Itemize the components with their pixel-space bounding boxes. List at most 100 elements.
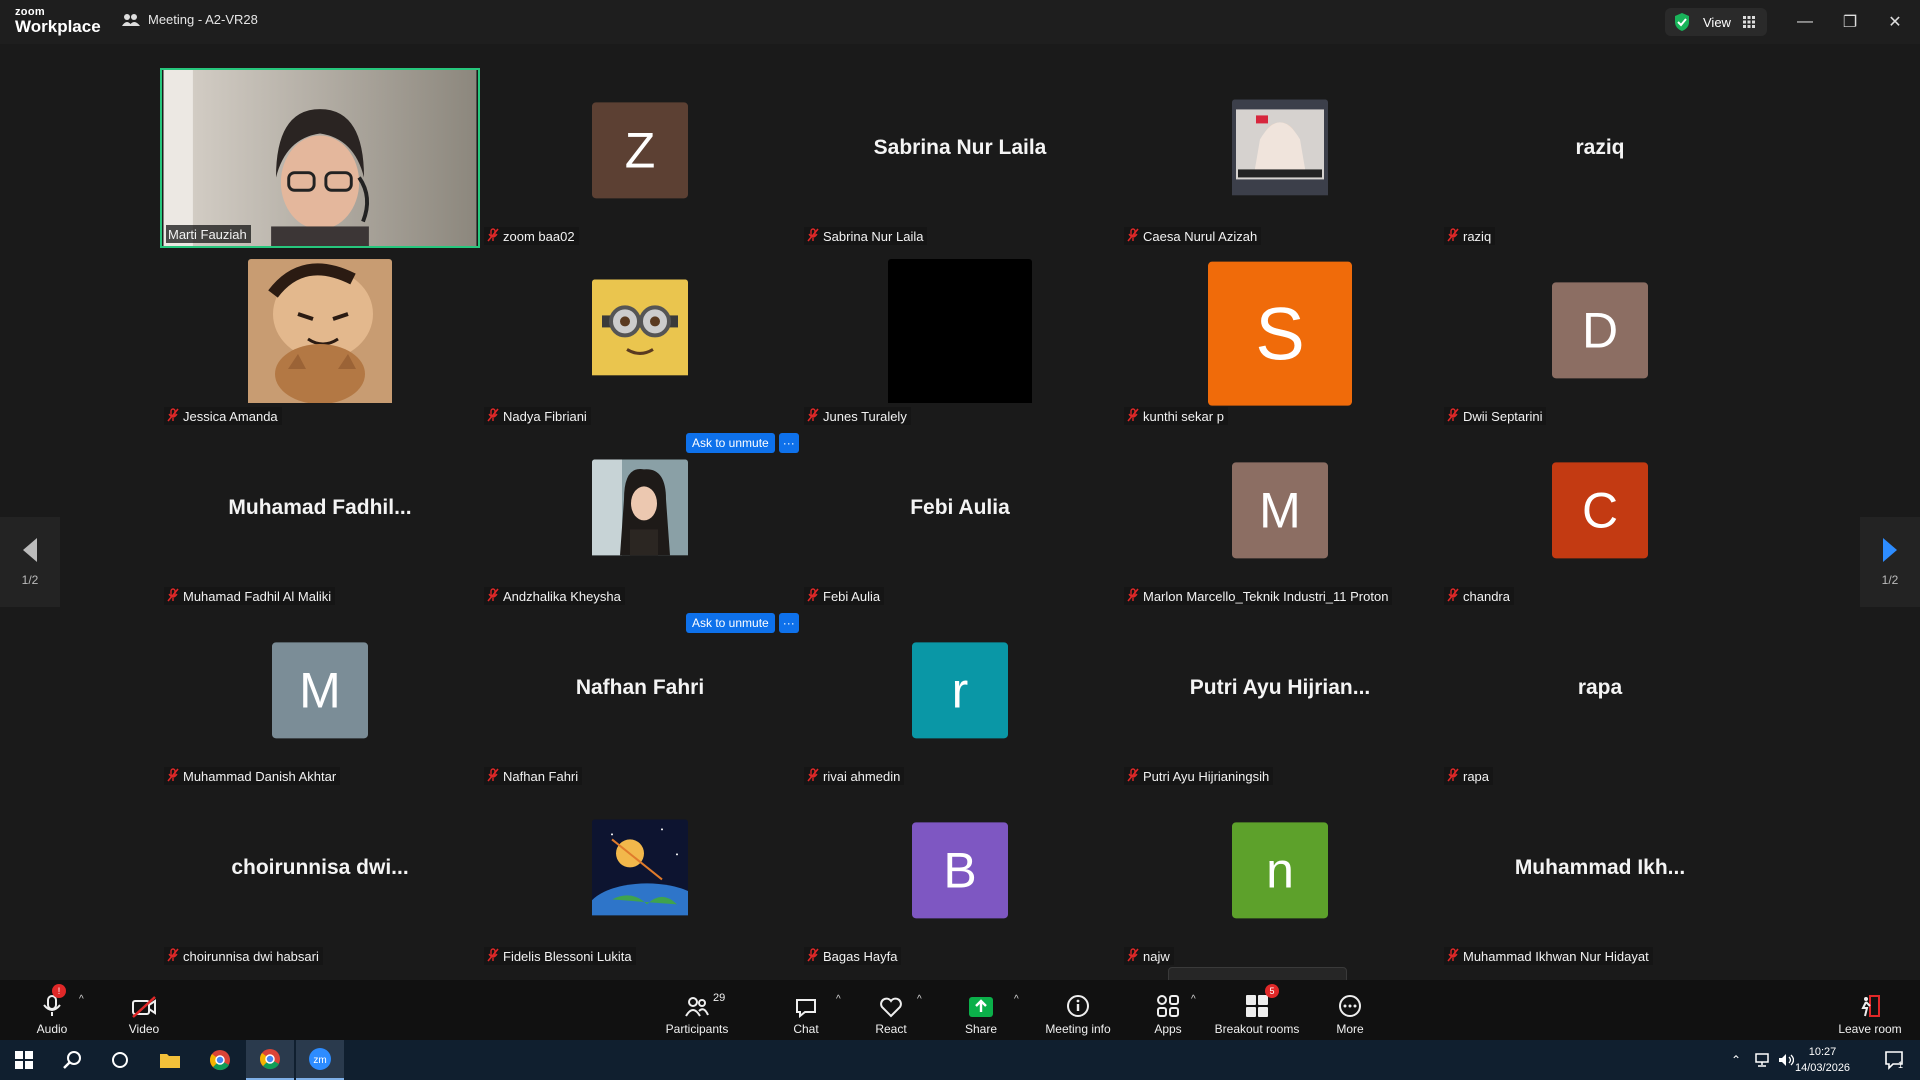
participant-tile[interactable]: B Bagas Hayfa <box>800 788 1120 968</box>
participant-tile[interactable]: Cchandra <box>1440 428 1760 608</box>
participant-nameplate: Muhammad Danish Akhtar <box>164 767 341 785</box>
apps-icon <box>1157 995 1179 1017</box>
breakout-rooms-button[interactable]: Breakout rooms 5 <box>1214 984 1300 1036</box>
participant-tile[interactable]: Jessica Amanda <box>160 248 480 428</box>
notifications-icon[interactable]: 1 <box>1870 1040 1918 1080</box>
chat-button[interactable]: Chat <box>786 986 826 1036</box>
file-explorer-icon[interactable] <box>146 1040 194 1080</box>
network-icon[interactable] <box>1750 1040 1774 1080</box>
participant-nameplate: kunthi sekar p <box>1124 407 1228 425</box>
meeting-title-text: Meeting - A2-VR28 <box>148 12 258 27</box>
participant-nameplate: Nafhan Fahri <box>484 767 583 785</box>
participant-tile[interactable]: Sabrina Nur Laila Sabrina Nur Laila <box>800 68 1120 248</box>
view-button[interactable]: View <box>1665 8 1767 36</box>
windows-taskbar: zm ⌃ 10:27 14/03/2026 1 <box>0 1040 1920 1080</box>
active-speaker-tile[interactable]: Marti Fauziah <box>160 68 480 248</box>
participant-tile[interactable]: Muhamad Fadhil... Muhamad Fadhil Al Malik… <box>160 428 480 608</box>
audio-alert-badge: ! <box>52 984 66 998</box>
participant-tile[interactable]: Zzoom baa02 <box>480 68 800 248</box>
prev-page-button[interactable]: 1/2 <box>0 517 60 607</box>
participant-tile[interactable]: n najw <box>1120 788 1440 968</box>
tile-more-button[interactable]: ··· <box>778 433 799 453</box>
participant-tile[interactable]: Muhammad Ikh... Muhammad Ikhwan Nur Hiday… <box>1440 788 1760 968</box>
close-icon[interactable]: ✕ <box>1883 10 1907 34</box>
participant-tile[interactable]: Skunthi sekar p <box>1120 248 1440 428</box>
leave-room-label: Leave room <box>1838 1022 1902 1036</box>
participant-display-name: Febi Aulia <box>910 496 1010 519</box>
participant-name: Muhamad Fadhil Al Maliki <box>183 588 332 604</box>
more-button[interactable]: More <box>1330 986 1370 1036</box>
tile-more-button[interactable]: ··· <box>778 613 799 633</box>
participant-tile[interactable]: Nadya Fibriani <box>480 248 800 428</box>
participant-tile[interactable]: Andzhalika Kheysha <box>480 428 800 608</box>
ask-to-unmute-button[interactable]: Ask to unmute <box>686 613 775 633</box>
participants-icon <box>685 997 709 1017</box>
participant-name: Marti Fauziah <box>168 226 247 242</box>
apps-button[interactable]: Apps <box>1150 986 1186 1036</box>
meeting-info-label: Meeting info <box>1045 1022 1111 1036</box>
audio-button[interactable]: Audio ! <box>30 984 74 1036</box>
more-label: More <box>1336 1022 1364 1036</box>
tray-chevron-icon[interactable]: ⌃ <box>1724 1040 1748 1080</box>
participant-tile[interactable]: Caesa Nurul Azizah <box>1120 68 1440 248</box>
avatar: M <box>272 642 368 739</box>
next-page-button[interactable]: 1/2 <box>1860 517 1920 607</box>
participant-tile[interactable]: M Muhammad Danish Akhtar <box>160 608 480 788</box>
participant-video <box>592 279 688 380</box>
participant-tile[interactable]: Putri Ayu Hijrian... Putri Ayu Hijrianing… <box>1120 608 1440 788</box>
apps-options-caret[interactable]: ^ <box>1191 994 1196 1005</box>
title-bar: zoom Workplace Meeting - A2-VR28 View — … <box>0 0 1920 44</box>
system-clock[interactable]: 10:27 14/03/2026 <box>1795 1044 1850 1076</box>
search-icon[interactable] <box>48 1040 96 1080</box>
share-button[interactable]: Share <box>960 986 1002 1036</box>
muted-mic-icon <box>1126 407 1140 425</box>
more-dots-icon <box>1339 995 1361 1017</box>
share-options-caret[interactable]: ^ <box>1014 994 1019 1005</box>
restore-icon[interactable]: ❐ <box>1838 10 1862 34</box>
participants-group-icon <box>122 13 140 26</box>
meeting-title[interactable]: Meeting - A2-VR28 <box>122 12 258 27</box>
chat-options-caret[interactable]: ^ <box>836 994 841 1005</box>
muted-mic-icon <box>806 407 820 425</box>
participants-button[interactable]: Participants 29 <box>660 986 734 1036</box>
leave-room-button[interactable]: Leave room <box>1835 986 1905 1036</box>
participant-tile[interactable]: Junes Turalely <box>800 248 1120 428</box>
muted-mic-icon <box>806 767 820 785</box>
participant-video <box>1232 99 1328 200</box>
info-icon <box>1067 995 1089 1017</box>
video-gallery: Marti Fauziah Zzoom baa02 Sabrina Nur Lail… <box>0 44 1920 1011</box>
participant-tile[interactable]: Febi Aulia Febi Aulia <box>800 428 1120 608</box>
participant-tile[interactable]: rapa rapa <box>1440 608 1760 788</box>
avatar: B <box>912 822 1008 919</box>
participant-tile[interactable]: r rivai ahmedin <box>800 608 1120 788</box>
avatar: M <box>1232 462 1328 559</box>
view-label: View <box>1703 14 1731 30</box>
ask-to-unmute-button[interactable]: Ask to unmute <box>686 433 775 453</box>
cortana-icon[interactable] <box>96 1040 144 1080</box>
react-button[interactable]: React <box>871 986 911 1036</box>
participant-display-name: Muhamad Fadhil... <box>228 496 412 519</box>
participant-nameplate: raziq <box>1444 227 1496 245</box>
notification-count: 1 <box>1898 1060 1904 1070</box>
windows-start-icon[interactable] <box>0 1040 48 1080</box>
chrome-icon[interactable] <box>196 1040 244 1080</box>
participant-nameplate: Muhamad Fadhil Al Maliki <box>164 587 336 605</box>
participant-tile[interactable]: Fidelis Blessoni Lukita <box>480 788 800 968</box>
participant-tile[interactable]: raziq raziq <box>1440 68 1760 248</box>
chrome-profile-icon[interactable] <box>246 1040 294 1080</box>
participant-display-name: Putri Ayu Hijrian... <box>1189 676 1371 699</box>
participant-tile[interactable]: D Dwii Septarini <box>1440 248 1760 428</box>
participant-tile[interactable]: Nafhan Fahri Nafhan Fahri <box>480 608 800 788</box>
minimize-icon[interactable]: — <box>1793 10 1817 34</box>
participant-tile[interactable]: choirunnisa dwi... choirunnisa dwi habsar… <box>160 788 480 968</box>
meeting-info-button[interactable]: Meeting info <box>1042 986 1114 1036</box>
react-options-caret[interactable]: ^ <box>917 994 922 1005</box>
video-button[interactable]: Video <box>122 986 166 1036</box>
grid-icon <box>1742 16 1755 28</box>
participant-nameplate: Andzhalika Kheysha <box>484 587 625 605</box>
zoom-taskbar-icon[interactable]: zm <box>296 1040 344 1080</box>
audio-options-caret[interactable]: ^ <box>79 994 84 1005</box>
share-screen-icon <box>969 997 993 1017</box>
chat-icon <box>796 999 816 1018</box>
participant-tile[interactable]: M Marlon Marcello_Teknik Industri_11 Prot… <box>1120 428 1440 608</box>
